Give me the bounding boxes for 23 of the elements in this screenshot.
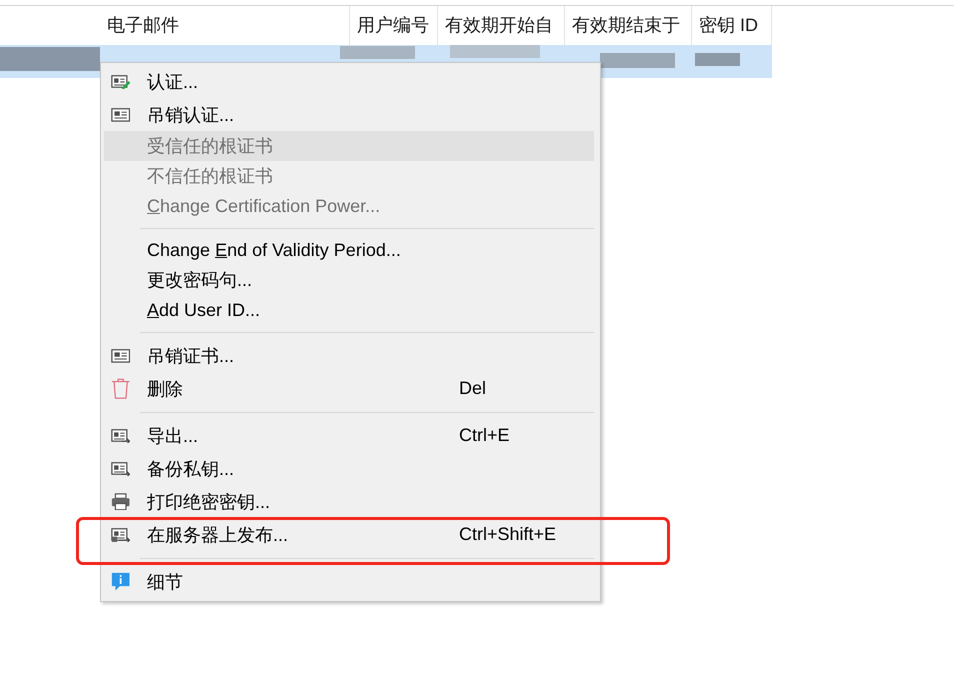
blurred-text (695, 53, 740, 66)
menu-item[interactable]: 在服务器上发布... Ctrl+Shift+E (104, 518, 594, 551)
menu-item[interactable]: Change End of Validity Period... (104, 235, 594, 265)
id-card-icon (111, 348, 130, 364)
menu-item[interactable]: 删除 Del (104, 372, 594, 405)
menu-item[interactable]: 认证... (104, 65, 594, 98)
menu-item[interactable]: 导出... Ctrl+E (104, 419, 594, 452)
trash-icon (111, 378, 130, 400)
id-card-icon (111, 106, 130, 122)
menu-item[interactable]: 细节 (104, 565, 594, 598)
id-card-server-icon (111, 526, 130, 542)
menu-item[interactable]: 打印绝密密钥... (104, 485, 594, 518)
id-card-pen-icon (111, 74, 130, 90)
menu-item[interactable]: 更改密码句... (104, 265, 594, 295)
shortcut-text: Del (459, 378, 488, 399)
shortcut-text: Ctrl+Shift+E (459, 524, 558, 545)
menu-item[interactable]: 备份私钥... (104, 452, 594, 485)
menu-item[interactable]: 吊销认证... (104, 98, 594, 131)
menu-item[interactable]: 吊销证书... (104, 339, 594, 372)
info-icon (111, 572, 130, 592)
printer-icon (111, 492, 130, 510)
shortcut-text: Ctrl+E (459, 425, 511, 446)
menu-item[interactable]: Add User ID... (104, 295, 594, 325)
